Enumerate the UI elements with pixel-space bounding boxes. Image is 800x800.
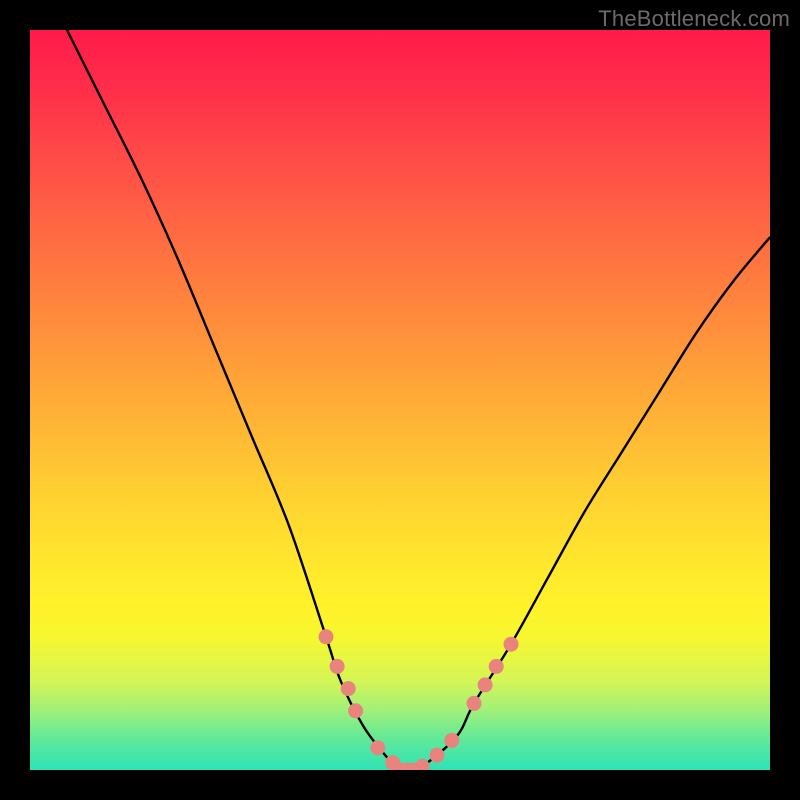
marker-dot: [330, 659, 345, 674]
watermark-text: TheBottleneck.com: [598, 6, 790, 32]
marker-dot: [370, 740, 385, 755]
marker-dot: [489, 659, 504, 674]
marker-dot: [319, 629, 334, 644]
curve-layer: [30, 30, 770, 770]
chart-frame: TheBottleneck.com: [0, 0, 800, 800]
bottleneck-curve: [67, 30, 770, 770]
marker-dot: [348, 703, 363, 718]
marker-dot: [341, 681, 356, 696]
marker-dot: [467, 696, 482, 711]
marker-dot: [478, 677, 493, 692]
plot-area: [30, 30, 770, 770]
marker-dot: [504, 637, 519, 652]
marker-dot: [430, 748, 445, 763]
marker-dot: [444, 733, 459, 748]
marker-dot: [415, 759, 430, 770]
